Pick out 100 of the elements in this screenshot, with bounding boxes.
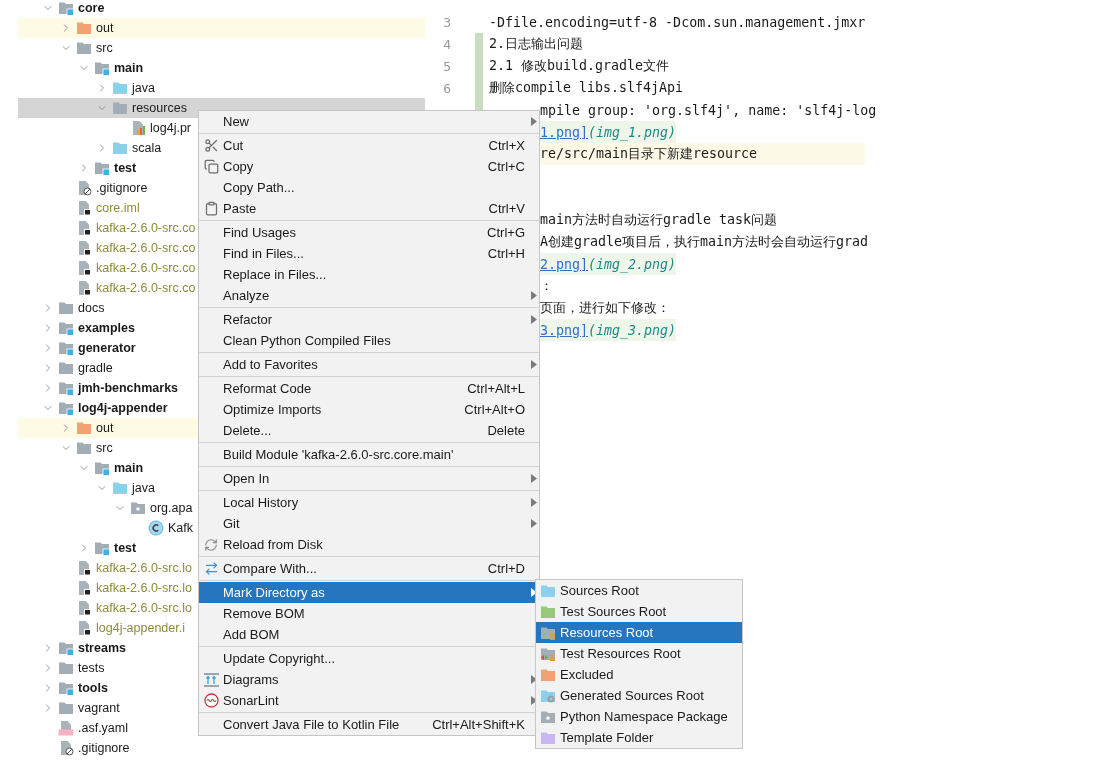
menu-item[interactable]: Convert Java File to Kotlin File Ctrl+Alt+Shift+K — [199, 714, 539, 735]
tree-item-label[interactable]: log4j-appender — [78, 401, 168, 415]
tree-item-label[interactable]: out — [96, 421, 114, 435]
tree-item-label[interactable]: java — [132, 81, 155, 95]
menu-item[interactable]: Remove BOM — [199, 603, 539, 624]
editor-text: 2.1 修改build.gradle文件 — [489, 57, 670, 75]
class-icon — [148, 520, 164, 536]
highlighted-tree-row[interactable]: out — [18, 18, 425, 38]
menu-item[interactable]: Template Folder — [536, 727, 742, 748]
tree-item-label[interactable]: tools — [78, 681, 108, 695]
line-number: 3 — [443, 14, 451, 30]
menu-item[interactable]: Add BOM — [199, 624, 539, 645]
menu-item[interactable]: Reformat Code Ctrl+Alt+L — [199, 378, 539, 399]
menu-item[interactable]: Find Usages Ctrl+G — [199, 222, 539, 243]
folder-icon — [58, 700, 74, 716]
menu-item[interactable]: Generated Sources Root — [536, 685, 742, 706]
menu-item[interactable]: Python Namespace Package — [536, 706, 742, 727]
image-link[interactable]: 1.png] — [540, 124, 589, 140]
folder-icon — [76, 40, 92, 56]
tree-item-label[interactable]: resources — [132, 101, 187, 115]
copy-icon — [203, 159, 219, 174]
tree-item-label[interactable]: kafka-2.6.0-src.co — [96, 281, 196, 295]
module-folder-icon — [58, 340, 74, 356]
menu-item[interactable]: Update Copyright... — [199, 648, 539, 669]
menu-item[interactable]: Excluded — [536, 664, 742, 685]
menu-item[interactable]: Git — [199, 513, 539, 534]
menu-item[interactable]: Test Sources Root — [536, 601, 742, 622]
folder-icon — [58, 360, 74, 376]
image-link[interactable]: 2.png] — [540, 256, 589, 272]
menu-item[interactable]: Sources Root — [536, 580, 742, 601]
tree-item-label[interactable]: .gitignore — [96, 181, 148, 195]
menu-item[interactable]: Diagrams — [199, 669, 539, 690]
shortcut-label: Ctrl+Alt+L — [467, 381, 525, 396]
menu-item[interactable]: Replace in Files... — [199, 264, 539, 285]
tree-item-label[interactable]: Kafk — [168, 521, 193, 535]
tree-item-label[interactable]: kafka-2.6.0-src.lo — [96, 561, 192, 575]
file-icon — [76, 280, 92, 296]
tree-item-label[interactable]: generator — [78, 341, 136, 355]
wave-circle-icon — [203, 693, 219, 708]
menu-item[interactable]: Compare With... Ctrl+D — [199, 558, 539, 579]
tree-item-label[interactable]: .gitignore — [78, 741, 130, 755]
properties-file-icon — [130, 120, 146, 136]
tree-item-label[interactable]: org.apa — [150, 501, 193, 515]
menu-item[interactable]: Add to Favorites — [199, 354, 539, 375]
menu-item[interactable]: Refactor — [199, 309, 539, 330]
tree-item-label[interactable]: jmh-benchmarks — [78, 381, 179, 395]
tree-item-label[interactable]: src — [96, 441, 113, 455]
module-folder-icon — [94, 540, 110, 556]
file-icon — [76, 200, 92, 216]
tree-item-label[interactable]: kafka-2.6.0-src.co — [96, 221, 196, 235]
menu-item[interactable]: Find in Files... Ctrl+H — [199, 243, 539, 264]
menu-item[interactable]: Reload from Disk — [199, 534, 539, 555]
module-folder-icon — [58, 400, 74, 416]
file-icon — [76, 580, 92, 596]
tree-item-label[interactable]: scala — [132, 141, 162, 155]
tree-item-label[interactable]: log4j-appender.i — [96, 621, 185, 635]
menu-item[interactable]: Copy Path... — [199, 177, 539, 198]
line-number: 6 — [443, 80, 451, 96]
menu-item[interactable]: Local History — [199, 492, 539, 513]
tree-item-label[interactable]: java — [132, 481, 155, 495]
menu-item[interactable]: Open In — [199, 468, 539, 489]
menu-item[interactable]: Test Resources Root — [536, 643, 742, 664]
tree-item-label[interactable]: test — [114, 541, 137, 555]
tree-item-label[interactable]: core — [78, 1, 105, 15]
menu-item[interactable]: Analyze — [199, 285, 539, 306]
module-folder-icon — [58, 680, 74, 696]
tree-item-label[interactable]: streams — [78, 641, 126, 655]
tree-item-label[interactable]: kafka-2.6.0-src.lo — [96, 601, 192, 615]
menu-item[interactable]: Resources Root — [536, 622, 742, 643]
image-link[interactable]: 3.png] — [540, 322, 589, 338]
tree-item-label[interactable]: log4j.pr — [150, 121, 191, 135]
menu-item[interactable]: Optimize Imports Ctrl+Alt+O — [199, 399, 539, 420]
menu-item[interactable]: Cut Ctrl+X — [199, 135, 539, 156]
menu-item[interactable]: Copy Ctrl+C — [199, 156, 539, 177]
folder-icon — [112, 480, 128, 496]
menu-item[interactable]: Paste Ctrl+V — [199, 198, 539, 219]
folder-icon — [58, 300, 74, 316]
tree-item-label[interactable]: out — [96, 21, 114, 35]
tree-item-label[interactable]: docs — [78, 301, 105, 315]
shortcut-label: Ctrl+D — [487, 561, 525, 576]
menu-item[interactable]: Clean Python Compiled Files — [199, 330, 539, 351]
tree-item-label[interactable]: tests — [78, 661, 105, 675]
tree-item-label[interactable]: kafka-2.6.0-src.lo — [96, 581, 192, 595]
tree-item-label[interactable]: src — [96, 41, 113, 55]
shortcut-label: Ctrl+Alt+Shift+K — [432, 717, 525, 732]
tree-item-label[interactable]: main — [114, 461, 144, 475]
menu-item[interactable]: Delete... Delete — [199, 420, 539, 441]
tree-item-label[interactable]: kafka-2.6.0-src.co — [96, 261, 196, 275]
menu-item[interactable]: Build Module 'kafka-2.6.0-src.core.main' — [199, 444, 539, 465]
editor-text: 删除compile libs.slf4jApi — [489, 79, 684, 97]
tree-item-label[interactable]: examples — [78, 321, 135, 335]
folder-icon — [76, 440, 92, 456]
tree-item-label[interactable]: gradle — [78, 361, 113, 375]
tree-item-label[interactable]: main — [114, 61, 144, 75]
tree-item-label[interactable]: test — [114, 161, 137, 175]
tree-item-label[interactable]: kafka-2.6.0-src.co — [96, 241, 196, 255]
tree-item-label[interactable]: core.iml — [96, 201, 140, 215]
tree-item-label[interactable]: vagrant — [78, 701, 120, 715]
tree-item-label[interactable]: .asf.yaml — [78, 721, 128, 735]
shortcut-label: Ctrl+V — [488, 201, 525, 216]
